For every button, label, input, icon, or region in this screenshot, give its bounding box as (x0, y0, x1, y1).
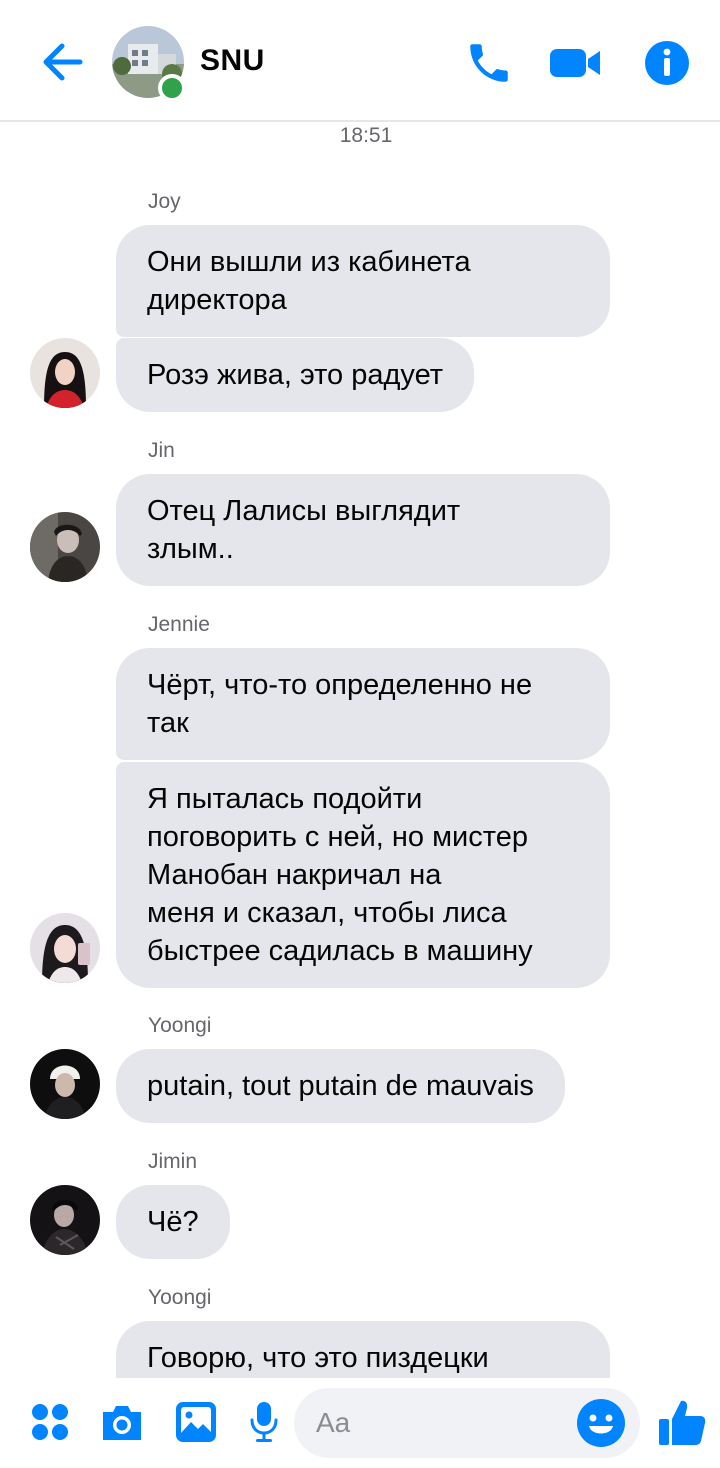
back-button[interactable] (38, 40, 86, 84)
chat-header: SNU (0, 0, 720, 122)
sender-name: Yoongi (148, 1014, 212, 1037)
sender-name: Jennie (148, 613, 210, 636)
microphone-icon (250, 1402, 278, 1442)
avatar[interactable] (30, 338, 100, 408)
sender-name: Joy (148, 190, 181, 213)
voice-button[interactable] (240, 1398, 288, 1446)
message-bubble[interactable]: putain, tout putain de mauvais (116, 1049, 565, 1123)
call-button[interactable] (462, 36, 516, 90)
apps-button[interactable] (26, 1398, 74, 1446)
group-avatar[interactable] (112, 26, 186, 102)
avatar[interactable] (30, 512, 100, 582)
thumbs-up-icon (659, 1400, 706, 1445)
message-bubble[interactable]: Говорю, что это пиздецки (116, 1321, 610, 1378)
apps-grid-icon (32, 1404, 68, 1440)
image-icon (176, 1402, 216, 1442)
online-status-dot (158, 74, 186, 102)
camera-button[interactable] (98, 1398, 146, 1446)
message-bubble[interactable]: Розэ жива, это радует (116, 338, 475, 412)
avatar[interactable] (30, 1049, 100, 1119)
info-icon (645, 41, 689, 85)
message-bubble[interactable]: Я пыталась подойти поговорить с ней, но … (116, 762, 610, 988)
message-timestamp: 18:51 (339, 124, 393, 147)
emoji-button[interactable] (576, 1398, 626, 1448)
phone-icon (470, 44, 508, 82)
video-call-button[interactable] (548, 36, 602, 90)
message-composer (0, 1378, 720, 1468)
message-bubble[interactable]: Чёрт, что-то определенно не так (116, 648, 610, 760)
like-button[interactable] (654, 1394, 710, 1450)
message-bubble[interactable]: Отец Лалисы выглядит злым.. (116, 474, 610, 586)
arrow-left-icon (43, 43, 83, 81)
info-button[interactable] (640, 36, 694, 90)
message-bubble[interactable]: Они вышли из кабинета директора (116, 225, 610, 337)
gallery-button[interactable] (172, 1398, 220, 1446)
chat-title[interactable]: SNU (200, 44, 265, 78)
message-input[interactable] (316, 1402, 566, 1444)
camera-icon (103, 1406, 141, 1440)
sender-name: Jin (148, 439, 175, 462)
message-input-container[interactable] (294, 1388, 640, 1458)
sender-name: Jimin (148, 1150, 198, 1173)
avatar[interactable] (30, 1185, 100, 1255)
video-camera-icon (550, 49, 600, 77)
avatar[interactable] (30, 913, 100, 983)
sender-name: Yoongi (148, 1286, 212, 1309)
emoji-icon (577, 1399, 625, 1447)
message-bubble[interactable]: Чё? (116, 1185, 230, 1259)
